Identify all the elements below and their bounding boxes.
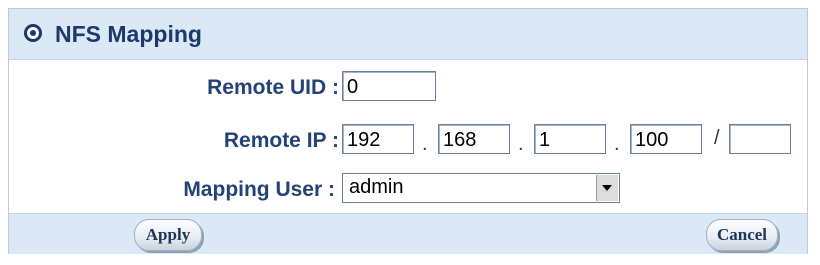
- ip-dot-separator: .: [614, 133, 620, 155]
- cancel-button[interactable]: Cancel: [706, 219, 778, 251]
- remote-uid-label: Remote UID :: [207, 76, 339, 99]
- ip-dot-separator: .: [518, 133, 524, 155]
- ip-octet-1-input[interactable]: 192: [342, 124, 414, 154]
- nfs-mapping-panel: NFS Mapping Remote UID : 0 Remote IP : 1…: [8, 8, 808, 254]
- ip-octet-2-input[interactable]: 168: [438, 124, 510, 154]
- gear-circle-icon: [24, 24, 42, 42]
- ip-dot-separator: .: [422, 133, 428, 155]
- ip-mask-input[interactable]: [729, 124, 791, 154]
- remote-uid-input[interactable]: 0: [342, 71, 436, 101]
- ip-octet-4-input[interactable]: 100: [630, 124, 702, 154]
- mapping-user-select[interactable]: admin: [342, 173, 620, 203]
- page-title: NFS Mapping: [55, 21, 202, 47]
- mapping-user-value: admin: [349, 176, 404, 198]
- panel-footer: Apply Cancel: [9, 213, 807, 254]
- dropdown-arrow-button[interactable]: [596, 175, 618, 201]
- ip-slash-separator: /: [714, 127, 720, 149]
- chevron-down-icon: [602, 185, 612, 191]
- apply-button[interactable]: Apply: [134, 219, 202, 251]
- ip-octet-3-input[interactable]: 1: [534, 124, 606, 154]
- mapping-user-label: Mapping User :: [183, 178, 335, 201]
- remote-ip-label: Remote IP :: [223, 129, 339, 152]
- panel-header: NFS Mapping: [9, 9, 807, 60]
